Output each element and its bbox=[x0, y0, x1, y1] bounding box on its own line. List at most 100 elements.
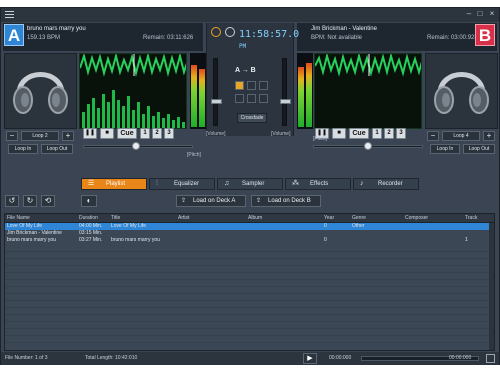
deck-a-bpm: 159.13 BPM bbox=[27, 35, 61, 41]
deck-b-stop-button[interactable]: ■ bbox=[332, 128, 346, 139]
row-divider bbox=[5, 293, 494, 294]
clock-icon bbox=[211, 27, 221, 37]
maximize-icon[interactable]: □ bbox=[475, 9, 485, 19]
table-scrollbar[interactable] bbox=[489, 223, 494, 350]
minimize-icon[interactable]: – bbox=[464, 9, 474, 19]
deck-b-volume-fader[interactable] bbox=[280, 58, 291, 126]
deck-b-volume-label: [Volume] bbox=[271, 131, 291, 137]
effects-icon: ⁂ bbox=[292, 180, 299, 187]
deck-a-stop-button[interactable]: ■ bbox=[100, 128, 114, 139]
deck-a-loop-in[interactable]: Loop In bbox=[8, 144, 38, 154]
deck-b-loop-plus[interactable]: + bbox=[483, 131, 495, 141]
deck-a-volume-fader[interactable] bbox=[211, 58, 222, 126]
row-divider bbox=[5, 279, 494, 280]
ab-transition[interactable]: A → B bbox=[235, 67, 256, 74]
preview-position: 00:00:000 bbox=[329, 355, 352, 361]
deck-b-cue-button[interactable]: Cue bbox=[349, 128, 369, 139]
music-note-icon: ♫ bbox=[224, 180, 230, 187]
column-composer[interactable]: Composer bbox=[405, 215, 428, 221]
row-divider bbox=[5, 286, 494, 287]
deck-a-hotcue-2[interactable]: 2 bbox=[152, 128, 162, 139]
tab-effects[interactable]: ⁂ Effects bbox=[285, 178, 351, 190]
deck-a-song: bruno mars marry you bbox=[27, 26, 86, 32]
column-duration[interactable]: Duration bbox=[79, 215, 98, 221]
deck-b-loop-out[interactable]: Loop Out bbox=[463, 144, 495, 154]
stopwatch-icon[interactable] bbox=[225, 27, 235, 37]
table-row[interactable]: Jim Brickman - Valentine 03:15 Min. bbox=[5, 230, 494, 237]
column-file-name[interactable]: File Name bbox=[7, 215, 30, 221]
deck-a-loop-out[interactable]: Loop Out bbox=[41, 144, 73, 154]
deck-a-vu-meter-left bbox=[190, 53, 198, 129]
crossfade-button[interactable]: Crossfade bbox=[237, 113, 267, 123]
deck-a-pause-button[interactable]: ❚❚ bbox=[83, 128, 97, 139]
tab-sampler[interactable]: ♫ Sampler bbox=[217, 178, 283, 190]
deck-a-cue-button[interactable]: Cue bbox=[117, 128, 137, 139]
transition-mode-4[interactable] bbox=[235, 94, 244, 103]
deck-b-hotcue-1[interactable]: 1 bbox=[372, 128, 382, 139]
row-divider bbox=[5, 342, 494, 343]
column-genre[interactable]: Genre bbox=[352, 215, 366, 221]
deck-a-vu-meter-right bbox=[198, 53, 206, 129]
deck-a-letter: A bbox=[4, 24, 24, 46]
tab-playlist[interactable]: ☰ Playlist bbox=[81, 178, 147, 190]
transition-mode-2[interactable] bbox=[247, 81, 256, 90]
microphone-icon: ♪ bbox=[360, 180, 364, 187]
table-row[interactable]: Love Of My Life 04:00 Min. Love Of My Li… bbox=[5, 223, 494, 230]
deck-b-hotcue-2[interactable]: 2 bbox=[384, 128, 394, 139]
row-divider bbox=[5, 265, 494, 266]
deck-b-vu-meter-left bbox=[297, 53, 305, 129]
deck-b-waveform[interactable] bbox=[314, 53, 422, 129]
add-folder-icon[interactable]: ↻ bbox=[23, 195, 37, 207]
column-album[interactable]: Album bbox=[248, 215, 262, 221]
menu-icon[interactable] bbox=[5, 11, 14, 18]
transition-mode-5[interactable] bbox=[247, 94, 256, 103]
upload-icon: ⇪ bbox=[181, 198, 187, 204]
load-deck-a-button[interactable]: ⇪ Load on Deck A bbox=[176, 195, 246, 207]
title-bar: – □ × bbox=[1, 8, 499, 22]
playlist-options-icon[interactable]: ◐ bbox=[81, 195, 97, 207]
speaker-icon[interactable] bbox=[486, 354, 495, 363]
deck-b-hotcue-3[interactable]: 3 bbox=[396, 128, 406, 139]
add-file-icon[interactable]: ↺ bbox=[5, 195, 19, 207]
deck-b-loop-minus[interactable]: − bbox=[427, 131, 439, 141]
row-divider bbox=[5, 328, 494, 329]
row-divider bbox=[5, 335, 494, 336]
deck-a-hotcue-1[interactable]: 1 bbox=[140, 128, 150, 139]
column-artist[interactable]: Artist bbox=[178, 215, 189, 221]
row-divider bbox=[5, 321, 494, 322]
deck-b-loop-length[interactable]: Loop 4 bbox=[442, 131, 480, 141]
equalizer-icon: ⫶ bbox=[156, 180, 158, 187]
play-icon[interactable]: ▶ bbox=[303, 353, 317, 364]
deck-a-loop-length[interactable]: Loop 2 bbox=[21, 131, 59, 141]
playlist-icon: ☰ bbox=[88, 180, 95, 187]
transition-mode-1[interactable] bbox=[235, 81, 244, 90]
deck-a-loop-plus[interactable]: + bbox=[62, 131, 74, 141]
deck-b-loop-in[interactable]: Loop In bbox=[430, 144, 460, 154]
total-length: Total Length: 10:42:010 bbox=[85, 355, 138, 361]
deck-b-vu-meter-right bbox=[305, 53, 313, 129]
column-track[interactable]: Track bbox=[465, 215, 477, 221]
column-year[interactable]: Year bbox=[324, 215, 334, 221]
deck-a-waveform[interactable] bbox=[79, 53, 187, 129]
transition-mode-3[interactable] bbox=[259, 81, 268, 90]
deck-a-loop-minus[interactable]: − bbox=[6, 131, 18, 141]
column-title[interactable]: Title bbox=[111, 215, 120, 221]
deck-a-remain: Remain: 03:11:626 bbox=[143, 35, 194, 41]
deck-a-pitch-slider[interactable] bbox=[83, 142, 193, 150]
close-icon[interactable]: × bbox=[487, 9, 497, 19]
tab-equalizer[interactable]: ⫶ Equalizer bbox=[149, 178, 215, 190]
mixer-panel: 11:58:57.0 PM A → B Crossfade bbox=[206, 23, 299, 136]
preview-length: 00:00:000 bbox=[449, 355, 472, 361]
deck-a-pitch-label: [Pitch] bbox=[187, 152, 201, 158]
load-deck-b-button[interactable]: ⇪ Load on Deck B bbox=[251, 195, 321, 207]
app-window: – □ × A bruno mars marry you 159.13 BPM … bbox=[0, 7, 500, 365]
deck-b-pitch-slider[interactable] bbox=[313, 142, 423, 150]
deck-b-song: Jim Brickman - Valentine bbox=[311, 26, 377, 32]
deck-a-header: A bruno mars marry you 159.13 BPM Remain… bbox=[3, 23, 203, 51]
tab-recorder[interactable]: ♪ Recorder bbox=[353, 178, 419, 190]
remove-file-icon[interactable]: ⟲ bbox=[41, 195, 55, 207]
transition-mode-6[interactable] bbox=[259, 94, 268, 103]
deck-a-hotcue-3[interactable]: 3 bbox=[164, 128, 174, 139]
table-row[interactable]: bruno mars marry you 03:27 Min. bruno ma… bbox=[5, 237, 494, 244]
deck-b-remain: Remain: 03:00:928 bbox=[427, 35, 478, 41]
